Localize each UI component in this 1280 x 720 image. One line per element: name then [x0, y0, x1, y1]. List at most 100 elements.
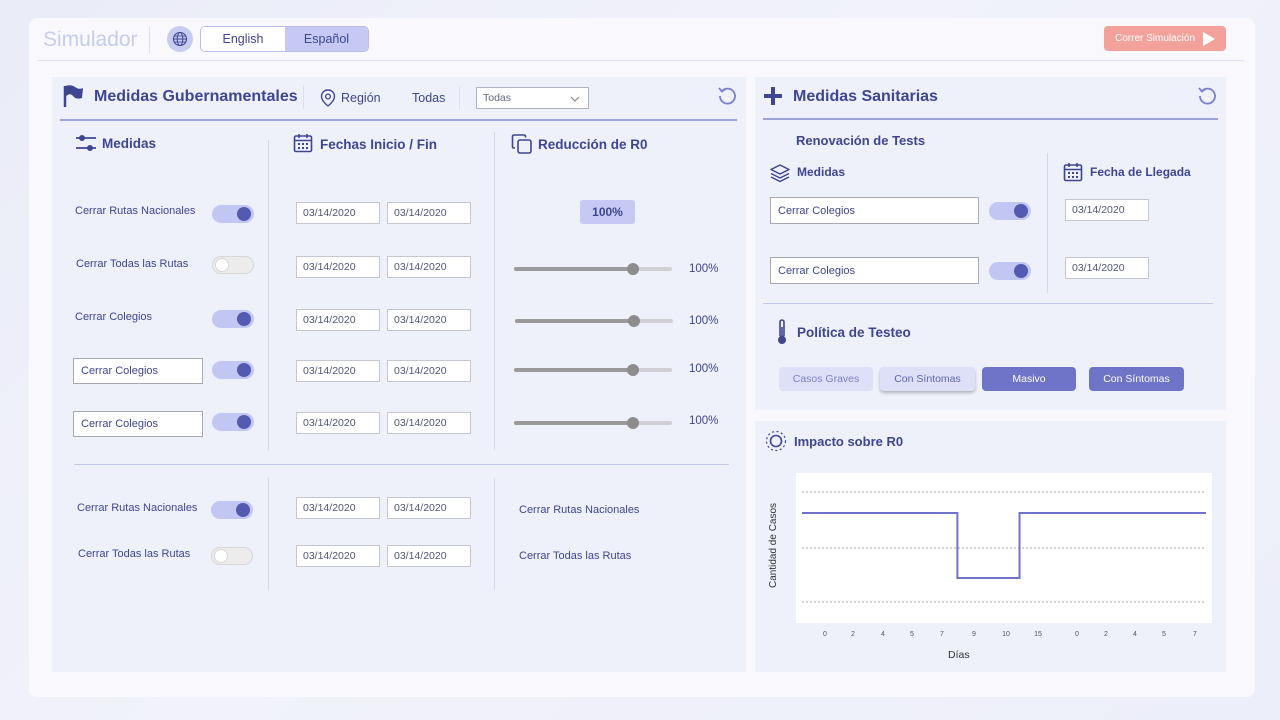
end-date-input[interactable]: 03/14/2020: [387, 497, 471, 519]
reduction-slider-handle[interactable]: [627, 263, 639, 275]
reset-gov-icon[interactable]: [717, 85, 738, 111]
start-date-input[interactable]: 03/14/2020: [296, 309, 380, 331]
policy-button-masivo[interactable]: Masivo: [982, 367, 1076, 391]
chart-x-tick-label: 0: [823, 631, 827, 638]
region-value: Todas: [412, 91, 446, 105]
globe-icon[interactable]: [167, 26, 193, 52]
region-select[interactable]: Todas: [476, 87, 589, 109]
run-simulation-button[interactable]: Correr Simulación: [1104, 26, 1226, 51]
calendar-icon: [293, 133, 313, 158]
region-divider: [459, 87, 460, 109]
health-col-date: Fecha de Llegada: [1090, 165, 1191, 179]
policy-button-casos-graves[interactable]: Casos Graves: [779, 367, 873, 391]
policy-title: Política de Testeo: [797, 325, 911, 340]
start-date-input[interactable]: 03/14/2020: [296, 412, 380, 434]
start-date-input[interactable]: 03/14/2020: [296, 256, 380, 278]
reduction-slider-fill: [514, 421, 633, 425]
reduction-percent: 100%: [689, 315, 719, 327]
reduction-slider-fill: [514, 368, 633, 372]
layers-icon: [770, 163, 790, 188]
reduction-badge: 100%: [580, 200, 635, 224]
health-measure-input[interactable]: Cerrar Colegios: [770, 197, 979, 224]
header-divider: [149, 27, 150, 53]
region-select-value: Todas: [483, 92, 512, 104]
chart-x-tick-label: 0: [1075, 631, 1079, 638]
gov-header-rule: [60, 119, 737, 121]
chart-x-tick-label: 2: [1104, 631, 1108, 638]
measure-toggle[interactable]: [212, 310, 254, 328]
chevron-down-icon: [570, 96, 580, 102]
reset-health-icon[interactable]: [1197, 85, 1218, 111]
gov-col-divider-1: [268, 140, 269, 450]
header-rule: [38, 60, 1244, 61]
policy-button-con-sintomas[interactable]: Con Síntomas: [880, 367, 975, 391]
arrival-date-input[interactable]: 03/14/2020: [1065, 257, 1149, 279]
arrival-date-input[interactable]: 03/14/2020: [1065, 199, 1149, 221]
measure-label: Cerrar Todas las Rutas: [76, 258, 189, 270]
impact-chart: [802, 491, 1206, 603]
reduction-slider-handle[interactable]: [628, 315, 640, 327]
chart-x-ticks: 0 2 4 5 7 9 10 15 0 2 4 5 7: [796, 631, 1212, 641]
measure-toggle[interactable]: [212, 361, 254, 379]
chart-x-tick-label: 2: [851, 631, 855, 638]
end-date-input[interactable]: 03/14/2020: [387, 412, 471, 434]
end-date-input[interactable]: 03/14/2020: [387, 360, 471, 382]
gov-col-divider-4: [494, 478, 495, 590]
measure-toggle[interactable]: [211, 501, 253, 519]
chart-xlabel: Días: [948, 649, 970, 661]
measure-right-label: Cerrar Rutas Nacionales: [519, 504, 640, 516]
chart-ylabel: Cantidad de Casos: [768, 502, 779, 588]
custom-measure-input[interactable]: Cerrar Colegios: [73, 358, 203, 384]
col-measures-title: Medidas: [102, 136, 157, 151]
measure-toggle[interactable]: [212, 205, 254, 223]
measure-toggle[interactable]: [212, 256, 254, 274]
region-label: Región: [341, 91, 381, 105]
reduction-slider-fill: [515, 319, 634, 323]
location-pin-icon: [320, 89, 336, 112]
copy-icon: [511, 133, 533, 160]
calendar-icon: [1063, 162, 1083, 187]
chart-x-tick-label: 4: [1133, 631, 1137, 638]
measure-label: Cerrar Rutas Nacionales: [77, 502, 198, 514]
measure-toggle[interactable]: [212, 413, 254, 431]
reduction-percent: 100%: [689, 415, 719, 427]
start-date-input[interactable]: 03/14/2020: [296, 545, 380, 567]
language-option-english[interactable]: English: [201, 27, 285, 51]
health-measure-input[interactable]: Cerrar Colegios: [770, 257, 979, 284]
measure-label: Cerrar Todas las Rutas: [78, 548, 191, 560]
health-section-divider: [763, 303, 1213, 304]
chart-series-line: [802, 512, 1206, 579]
end-date-input[interactable]: 03/14/2020: [387, 202, 471, 224]
reduction-slider-handle[interactable]: [627, 364, 639, 376]
play-icon: [1203, 31, 1216, 46]
start-date-input[interactable]: 03/14/2020: [296, 360, 380, 382]
end-date-input[interactable]: 03/14/2020: [387, 309, 471, 331]
end-date-input[interactable]: 03/14/2020: [387, 545, 471, 567]
start-date-input[interactable]: 03/14/2020: [296, 202, 380, 224]
reduction-slider-handle[interactable]: [627, 417, 639, 429]
language-option-espanol[interactable]: Español: [285, 27, 368, 51]
gov-col-divider-2: [494, 132, 495, 450]
end-date-input[interactable]: 03/14/2020: [387, 256, 471, 278]
policy-button-con-sintomas-2[interactable]: Con Síntomas: [1089, 367, 1184, 391]
gov-title-divider: [303, 85, 304, 109]
app-title: Simulador: [43, 28, 138, 51]
col-reduction-title: Reducción de R0: [538, 137, 648, 152]
measure-label: Cerrar Rutas Nacionales: [75, 205, 196, 217]
start-date-input[interactable]: 03/14/2020: [296, 497, 380, 519]
measure-toggle[interactable]: [211, 547, 253, 565]
virus-icon: [765, 430, 787, 457]
chart-x-tick-label: 7: [940, 631, 944, 638]
gov-section-divider: [74, 464, 729, 465]
chart-x-tick-label: 4: [881, 631, 885, 638]
custom-measure-input[interactable]: Cerrar Colegios: [73, 411, 203, 437]
health-measure-toggle[interactable]: [989, 262, 1031, 280]
gov-col-divider-3: [268, 478, 269, 590]
chart-x-tick-label: 15: [1034, 631, 1042, 638]
health-title: Medidas Sanitarias: [793, 88, 938, 105]
language-switch: English Español: [200, 26, 369, 52]
chart-x-tick-label: 10: [1002, 631, 1010, 638]
health-measure-toggle[interactable]: [989, 202, 1031, 220]
reduction-percent: 100%: [689, 363, 719, 375]
impact-chart-area: [796, 473, 1212, 623]
